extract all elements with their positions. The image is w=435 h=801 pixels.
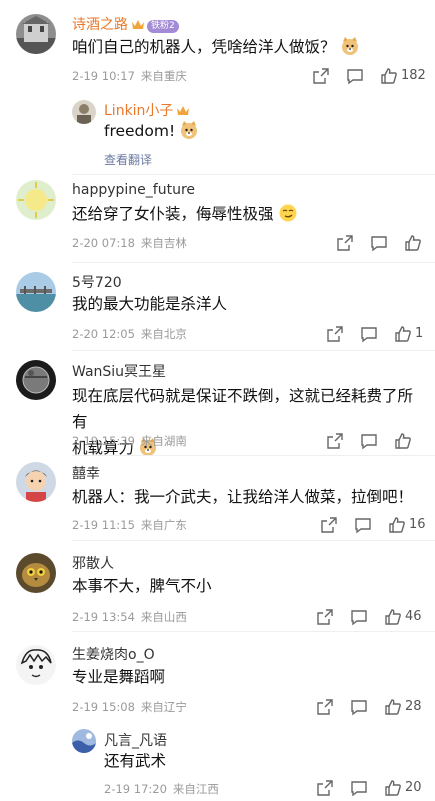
share-icon[interactable]	[316, 779, 334, 797]
comment-date: 2-19 11:15	[72, 518, 135, 532]
comment-date: 2-20 07:18	[72, 236, 135, 250]
comment-date: 2-19 15:39	[72, 434, 135, 448]
reply-text: freedom!	[104, 118, 404, 144]
comment-date: 2-19 13:54	[72, 610, 135, 624]
translate-link[interactable]: 查看翻译	[104, 151, 152, 168]
username[interactable]: 邪散人	[72, 553, 114, 573]
comment-meta: 2-19 15:39 来自湖南	[72, 433, 187, 449]
comment-meta: 2-19 13:54 来自山西	[72, 609, 187, 625]
comment-location: 来自辽宁	[140, 700, 187, 714]
comment-text: 专业是舞蹈啊	[72, 668, 166, 686]
like-count: 28	[405, 699, 422, 714]
comment-item: happypine_future 还给穿了女仆装，侮辱性极强 2-20 07:1…	[0, 175, 435, 263]
avatar[interactable]	[16, 14, 56, 54]
avatar[interactable]	[16, 645, 56, 685]
comment-item: 5号720 我的最大功能是杀洋人 2-20 12:05 来自北京 1	[0, 263, 435, 351]
like-icon[interactable]	[384, 608, 402, 626]
doge-emoji-icon	[340, 36, 360, 56]
reply-avatar[interactable]	[72, 729, 96, 753]
reply-meta: 2-19 17:20 来自江西	[104, 781, 219, 797]
share-icon[interactable]	[320, 516, 338, 534]
comment-icon[interactable]	[360, 432, 378, 450]
comment-meta: 2-19 11:15 来自广东	[72, 517, 187, 533]
username[interactable]: 囍幸	[72, 463, 100, 483]
comment-item: 囍幸 机器人：我一介武夫，让我给洋人做菜，拉倒吧！ 2-19 11:15 来自广东…	[0, 456, 435, 541]
like-icon[interactable]	[404, 234, 422, 252]
like-icon[interactable]	[394, 325, 412, 343]
share-icon[interactable]	[312, 67, 330, 85]
comment-text: 我的最大功能是杀洋人	[72, 295, 228, 313]
comment-item: WanSiu冥王星 现在底层代码就是保证不跌倒，这就已经耗费了所有 机载算力 2…	[0, 351, 435, 457]
share-icon[interactable]	[336, 234, 354, 252]
reply-username[interactable]: 凡言_凡语	[104, 730, 167, 750]
fan-level-badge: 铁粉2	[147, 20, 179, 33]
comment-location: 来自吉林	[140, 236, 187, 250]
like-count: 1	[415, 326, 424, 341]
comment-meta: 2-19 10:17 来自重庆	[72, 68, 187, 84]
comment-date: 2-19 10:17	[72, 69, 135, 83]
comment-meta: 2-20 07:18 来自吉林	[72, 235, 187, 251]
like-count: 182	[401, 68, 426, 83]
like-icon[interactable]	[380, 67, 398, 85]
username[interactable]: 诗酒之路 铁粉2	[72, 14, 179, 35]
comment-icon[interactable]	[350, 698, 368, 716]
username[interactable]: happypine_future	[72, 182, 195, 198]
smirk-emoji-icon	[278, 203, 298, 223]
like-count: 16	[409, 517, 426, 532]
reply-location: 来自江西	[172, 782, 219, 796]
share-icon[interactable]	[326, 432, 344, 450]
like-icon[interactable]	[388, 516, 406, 534]
username[interactable]: 5号720	[72, 272, 122, 292]
like-count: 20	[405, 780, 422, 795]
like-count: 46	[405, 609, 422, 624]
comment-location: 来自湖南	[140, 434, 187, 448]
like-icon[interactable]	[384, 779, 402, 797]
crown-icon	[131, 18, 145, 35]
like-icon[interactable]	[384, 698, 402, 716]
comment-item: 诗酒之路 铁粉2 咱们自己的机器人，凭啥给洋人做饭？ 2-19 10:17 来自重庆…	[0, 0, 435, 175]
comment-icon[interactable]	[354, 516, 372, 534]
comment-date: 2-20 12:05	[72, 327, 135, 341]
comment-location: 来自广东	[140, 518, 187, 532]
avatar[interactable]	[16, 462, 56, 502]
reply-date: 2-19 17:20	[104, 782, 167, 796]
username[interactable]: WanSiu冥王星	[72, 361, 166, 381]
username[interactable]: 生姜烧肉o_O	[72, 644, 155, 664]
doge-emoji-icon	[179, 120, 199, 140]
avatar[interactable]	[16, 180, 56, 220]
avatar[interactable]	[16, 360, 56, 400]
reply-text: 还有武术	[104, 752, 167, 770]
comment-item: 生姜烧肉o_O 专业是舞蹈啊 2-19 15:08 来自辽宁 28 凡言_凡语 还…	[0, 632, 435, 800]
comment-text: 机器人：我一介武夫，让我给洋人做菜，拉倒吧！	[72, 488, 414, 506]
comment-text: 还给穿了女仆装，侮辱性极强	[72, 201, 422, 227]
comment-meta: 2-20 12:05 来自北京	[72, 326, 187, 342]
comment-icon[interactable]	[346, 67, 364, 85]
share-icon[interactable]	[316, 608, 334, 626]
comment-icon[interactable]	[360, 325, 378, 343]
reply-avatar[interactable]	[72, 100, 96, 124]
like-icon[interactable]	[394, 432, 412, 450]
share-icon[interactable]	[326, 325, 344, 343]
comment-location: 来自山西	[140, 610, 187, 624]
comment-icon[interactable]	[350, 779, 368, 797]
comment-text: 咱们自己的机器人，凭啥给洋人做饭？	[72, 34, 422, 60]
comment-item: 邪散人 本事不大，脾气不小 2-19 13:54 来自山西 46	[0, 541, 435, 632]
comment-icon[interactable]	[370, 234, 388, 252]
comment-date: 2-19 15:08	[72, 700, 135, 714]
comment-icon[interactable]	[350, 608, 368, 626]
comment-text: 本事不大，脾气不小	[72, 577, 212, 595]
avatar[interactable]	[16, 272, 56, 312]
comment-location: 来自重庆	[140, 69, 187, 83]
share-icon[interactable]	[316, 698, 334, 716]
comment-meta: 2-19 15:08 来自辽宁	[72, 699, 187, 715]
avatar[interactable]	[16, 553, 56, 593]
comment-location: 来自北京	[140, 327, 187, 341]
